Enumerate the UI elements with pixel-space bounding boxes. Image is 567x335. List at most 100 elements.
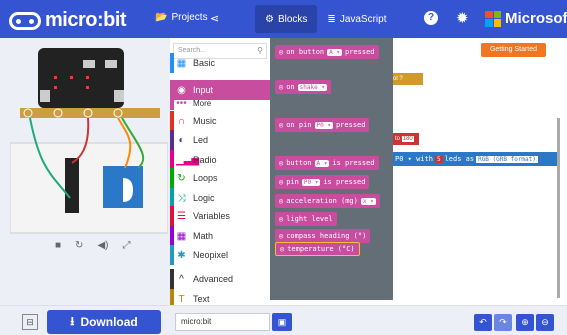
block-dropdown[interactable]: A ▾ <box>314 159 330 167</box>
workspace-scrollbar[interactable] <box>557 118 560 298</box>
headphones-icon: ∩ <box>177 115 186 127</box>
share-icon[interactable]: ⋖ <box>210 12 219 25</box>
restart-icon[interactable]: ↻ <box>75 240 83 251</box>
toolbox-category-logic[interactable]: ⤨ Logic <box>170 188 270 208</box>
category-color-bar <box>170 188 174 208</box>
simulator-board[interactable] <box>9 48 169 263</box>
category-color-bar <box>170 96 174 110</box>
collapse-simulator-button[interactable]: ⊟ <box>22 314 38 330</box>
gear-icon[interactable]: ✹ <box>456 9 469 27</box>
getting-started-button[interactable]: Getting Started <box>481 43 546 57</box>
toolbox-category-variables[interactable]: ☰ Variables <box>170 206 270 226</box>
puzzle-icon: ⚙ <box>265 13 274 25</box>
toolbox-category-radio[interactable]: ▁▃▅ Radio <box>170 150 270 170</box>
code-icon: ≣ <box>327 13 336 25</box>
block-dropdown[interactable]: shake ▾ <box>297 83 327 91</box>
category-color-bar <box>170 53 174 73</box>
target-icon: ◎ <box>279 197 284 205</box>
category-color-bar <box>170 206 174 226</box>
microsoft-logo[interactable]: Microsoft <box>485 10 567 27</box>
category-label: Math <box>193 231 214 241</box>
calculator-icon: ▦ <box>176 230 187 242</box>
toolbox-category-led[interactable]: ◐ Led <box>170 130 270 150</box>
zoom-out-icon[interactable]: ⊖ <box>536 314 554 331</box>
javascript-tab[interactable]: ≣ JavaScript <box>317 5 396 33</box>
sound-icon[interactable]: ◀) <box>97 240 108 251</box>
stub2-label: to <box>395 136 401 142</box>
undo-icon[interactable]: ↶ <box>474 314 492 331</box>
zoom-in-icon[interactable]: ⊕ <box>516 314 534 331</box>
toolbox-category-neopixel[interactable]: ✱ Neopixel <box>170 245 270 265</box>
category-label: Music <box>193 116 217 126</box>
workspace-block-partial-2[interactable]: to 180 <box>393 133 419 145</box>
redo-icon[interactable]: ↷ <box>494 314 512 331</box>
breadboard-diagram <box>9 48 169 234</box>
target-icon: ◎ <box>279 215 284 223</box>
block-dropdown[interactable]: A ▾ <box>327 48 342 56</box>
javascript-tab-label: JavaScript <box>339 13 387 25</box>
ws-block-chip[interactable]: 5 <box>434 155 443 163</box>
brand-text: micro:bit <box>45 9 127 31</box>
chevron-up-icon: ^ <box>179 273 184 285</box>
blocks-tab[interactable]: ⚙ Blocks <box>255 5 318 33</box>
workspace-block-partial[interactable]: ol ? <box>393 73 423 85</box>
toolbox-category-math[interactable]: ▦ Math <box>170 226 270 246</box>
input-block-3[interactable]: ◎ on pin P0 ▾ pressed <box>275 118 370 132</box>
category-label: Led <box>193 135 209 145</box>
block-text: button <box>286 159 312 167</box>
category-label: Variables <box>193 211 230 221</box>
projects-button[interactable]: 📂 Projects <box>155 12 208 23</box>
toolbox-category-loops[interactable]: ↻ Loops <box>170 168 270 188</box>
block-text: compass heading (°) <box>286 232 367 240</box>
save-icon[interactable]: ▣ <box>272 313 292 331</box>
category-label: Input <box>193 85 214 95</box>
block-text: on button <box>286 48 325 56</box>
grid-icon: ▦ <box>176 57 187 69</box>
download-button[interactable]: ⭳ Download <box>47 310 161 334</box>
top-bar: micro:bit 📂 Projects ⋖ ⚙ Blocks ≣ JavaSc… <box>0 0 567 38</box>
input-block-4[interactable]: ◎ button A ▾ is pressed <box>275 156 379 170</box>
category-label: Logic <box>193 193 215 203</box>
ws-block-format[interactable]: RGB (GRB format) <box>476 155 538 163</box>
fullscreen-icon[interactable]: ⤢ <box>122 240 130 251</box>
block-dropdown[interactable]: P0 ▾ <box>301 178 321 186</box>
help-icon[interactable]: ? <box>424 11 438 25</box>
input-block-2[interactable]: ◎ on shake ▾ <box>275 80 331 94</box>
toolbox-category-more[interactable]: ••• More <box>170 96 270 110</box>
input-block-9[interactable]: ◎ temperature (°C) <box>275 242 360 256</box>
block-text: acceleration (mg) <box>286 197 358 205</box>
block-dropdown[interactable]: x ▾ <box>360 197 376 205</box>
simulator-panel: ■ ↻ ◀) ⤢ <box>0 38 170 305</box>
stub2-value: 180 <box>401 136 414 142</box>
category-color-bar <box>170 168 174 188</box>
project-name-input[interactable]: micro:bit <box>175 313 270 331</box>
neopixel-create-block[interactable]: P0 ▾ with 5 leds as RGB (GRB format) <box>393 152 557 166</box>
projects-label: Projects <box>171 12 208 23</box>
input-block-6[interactable]: ◎ acceleration (mg) x ▾ <box>275 194 380 208</box>
input-block-8[interactable]: ◎ compass heading (°) <box>275 229 371 243</box>
target-icon: ◎ <box>279 178 284 186</box>
block-dropdown[interactable]: P0 ▾ <box>314 121 333 129</box>
input-block-5[interactable]: ◎ pin P0 ▾ is pressed <box>275 175 370 189</box>
ws-block-text: P0 ▾ with <box>395 155 433 163</box>
target-icon: ◎ <box>279 232 284 240</box>
toolbox-category-basic[interactable]: ▦ Basic <box>170 53 270 73</box>
toolbox-category-advanced[interactable]: ^ Advanced <box>170 269 270 289</box>
input-block-7[interactable]: ◎ light level <box>275 212 337 226</box>
toggle-icon: ◐ <box>178 134 185 146</box>
block-suffix: pressed <box>335 121 366 129</box>
stop-icon[interactable]: ■ <box>55 240 61 251</box>
toolbox-category-music[interactable]: ∩ Music <box>170 111 270 131</box>
microsoft-squares-icon <box>485 10 501 27</box>
microbit-logo[interactable]: micro:bit <box>9 9 127 32</box>
folder-icon: 📂 <box>155 12 168 23</box>
target-icon: ◎ <box>279 83 284 91</box>
category-color-bar <box>170 150 174 170</box>
list-icon: ☰ <box>177 210 186 222</box>
input-block-1[interactable]: ◎ on button A ▾ pressed <box>275 45 379 59</box>
spinner-icon: ✱ <box>177 249 186 261</box>
blocks-tab-label: Blocks <box>277 13 308 25</box>
microsoft-text: Microsoft <box>505 10 567 27</box>
block-text: light level <box>286 215 333 223</box>
download-label: Download <box>80 315 138 329</box>
